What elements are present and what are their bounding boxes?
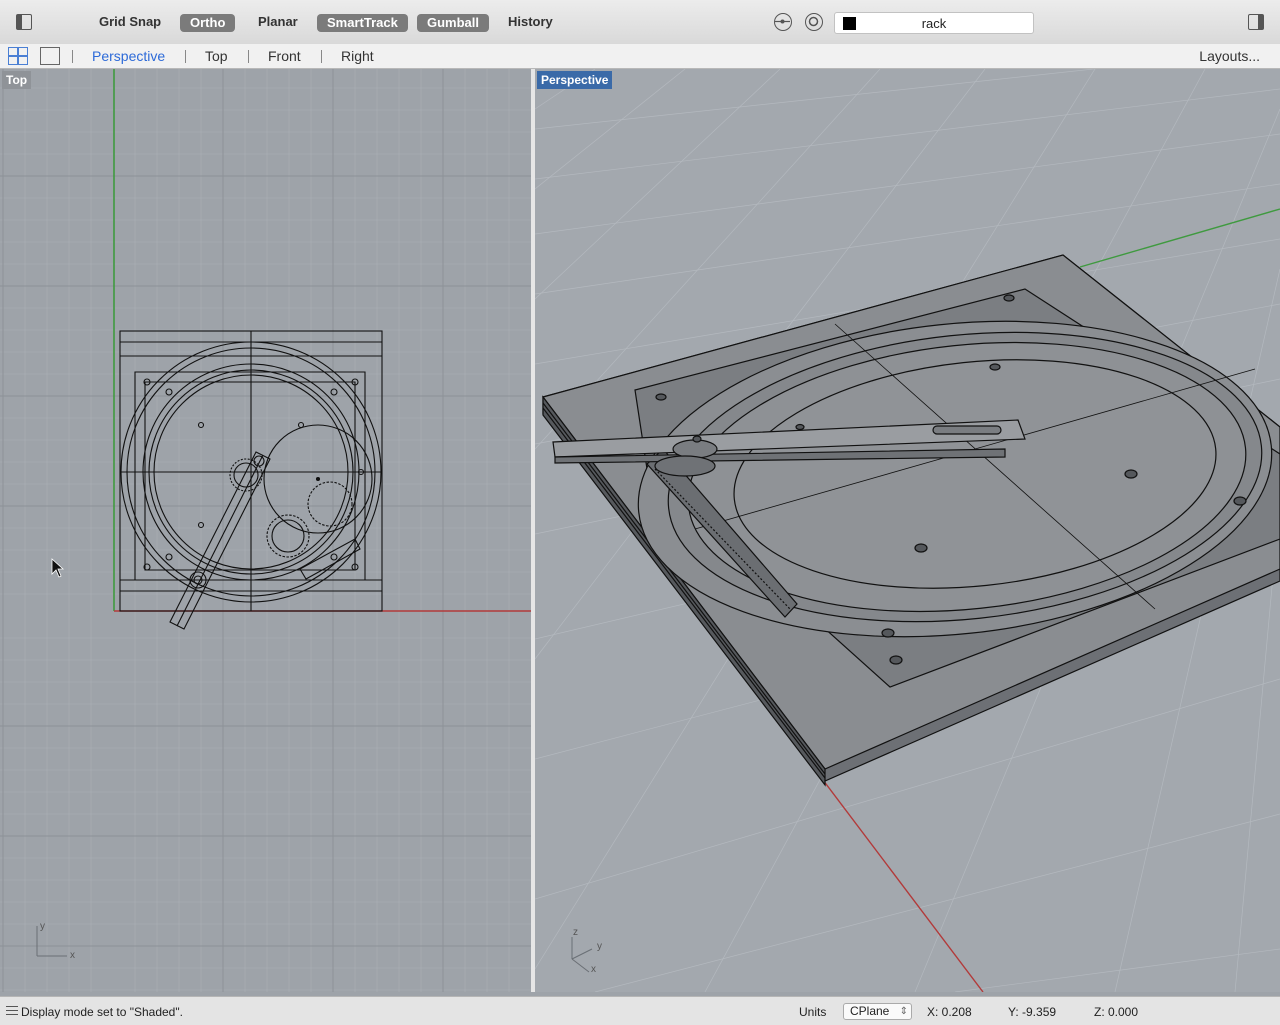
x-coordinate: X: 0.208 (927, 1005, 972, 1019)
y-axis-line (1079, 208, 1280, 268)
status-bar: Display mode set to "Shaded". Units CPla… (0, 996, 1280, 1025)
main-toolbar: Grid Snap Ortho Planar SmartTrack Gumbal… (0, 0, 1280, 45)
perspective-viewport-canvas[interactable]: z y x (535, 69, 1280, 992)
triad-y-label: y (597, 941, 602, 952)
right-sidebar-toggle-icon[interactable] (1248, 14, 1264, 30)
perspective-viewport[interactable]: z y x Perspective (535, 69, 1280, 992)
record-icon[interactable] (805, 13, 823, 31)
planar-toggle[interactable]: Planar (248, 13, 308, 31)
top-viewport[interactable]: y x Top (0, 69, 531, 992)
layouts-button[interactable]: Layouts... (1199, 48, 1260, 64)
left-sidebar-toggle-icon[interactable] (16, 14, 32, 30)
tab-front[interactable]: Front (268, 48, 301, 64)
osnap-icon[interactable] (774, 13, 792, 31)
tab-separator (321, 50, 322, 63)
model-shaded-perspective (541, 254, 1280, 787)
cplane-select[interactable]: CPlane (843, 1003, 912, 1020)
axis-triad-icon (571, 937, 593, 973)
top-viewport-canvas[interactable]: y x (0, 69, 531, 992)
gumball-toggle[interactable]: Gumball (417, 14, 490, 32)
triad-x-label: x (70, 950, 75, 961)
tab-perspective[interactable]: Perspective (92, 48, 165, 64)
model-wireframe-top (119, 330, 383, 630)
tab-separator (185, 50, 186, 63)
history-toggle[interactable]: History (498, 13, 563, 31)
layer-name: rack (921, 16, 947, 31)
z-coordinate: Z: 0.000 (1094, 1005, 1139, 1019)
mouse-cursor-icon (51, 558, 65, 578)
viewport-label-top[interactable]: Top (2, 71, 32, 89)
ortho-toggle[interactable]: Ortho (180, 14, 236, 32)
single-viewport-layout-icon[interactable] (40, 47, 60, 65)
layer-selector[interactable]: rack (834, 12, 1034, 34)
units-button[interactable]: Units (799, 1005, 826, 1019)
grid-minor (0, 69, 531, 992)
status-message: Display mode set to "Shaded". (21, 1005, 183, 1019)
viewport-tabbar: Perspective Top Front Right Layouts... (0, 44, 1280, 69)
tab-separator (248, 50, 249, 63)
y-coordinate: Y: -9.359 (1008, 1005, 1057, 1019)
triad-x-label: x (591, 964, 596, 975)
tab-separator (72, 50, 73, 63)
grid-snap-toggle[interactable]: Grid Snap (89, 13, 171, 31)
triad-y-label: y (40, 921, 45, 932)
tab-right[interactable]: Right (341, 48, 374, 64)
grid-major (0, 69, 531, 992)
command-history-menu-icon[interactable] (6, 1006, 18, 1015)
four-viewport-layout-icon[interactable] (8, 47, 28, 65)
tab-top[interactable]: Top (205, 48, 228, 64)
viewport-label-perspective[interactable]: Perspective (537, 71, 613, 89)
smarttrack-toggle[interactable]: SmartTrack (317, 14, 408, 32)
triad-z-label: z (573, 927, 578, 938)
